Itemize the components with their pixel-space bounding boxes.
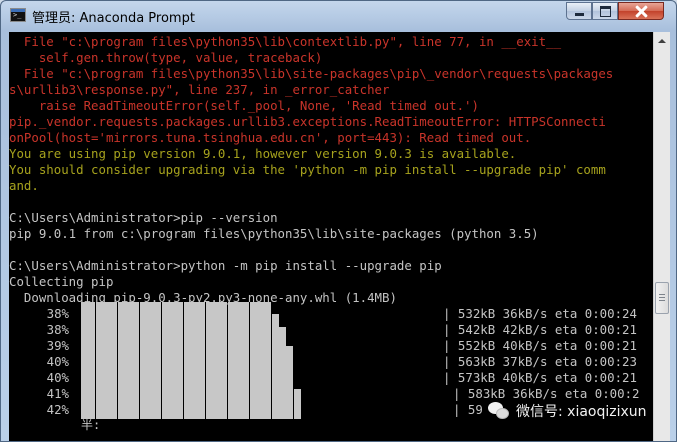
progress-bar-column — [264, 302, 272, 419]
console-line: self.gen.throw(type, value, traceback) — [9, 50, 323, 65]
progress-bar-column — [212, 302, 220, 419]
progress-bar-column — [88, 302, 96, 419]
progress-percent: 40% — [46, 370, 69, 385]
console-line: and. — [9, 178, 39, 193]
progress-stat: | 59 — [453, 402, 483, 417]
progress-bar-column — [242, 302, 250, 419]
progress-bar-column — [190, 302, 198, 419]
progress-bar-column — [293, 389, 301, 419]
maximize-icon — [599, 5, 611, 17]
progress-bar-column — [146, 302, 154, 419]
progress-bar-column — [168, 302, 176, 419]
console-line: C:\Users\Administrator>python -m pip ins… — [9, 258, 442, 273]
progress-bar-column — [271, 314, 279, 419]
progress-percent: 39% — [46, 338, 69, 353]
title-bar[interactable]: 管理员: Anaconda Prompt — [1, 1, 676, 31]
console-line: File "c:\program files\python35\lib\site… — [9, 66, 614, 81]
progress-percent: 40% — [46, 354, 69, 369]
progress-percent: 41% — [46, 386, 69, 401]
progress-bar-column — [102, 302, 110, 419]
console-line: raise ReadTimeoutError(self._pool, None,… — [9, 98, 479, 113]
scroll-up-arrow-icon[interactable] — [654, 32, 670, 49]
maximize-button[interactable] — [592, 2, 618, 20]
progress-bar-area — [81, 302, 301, 419]
close-icon — [635, 5, 648, 18]
progress-stat: | 552kB 40kB/s eta 0:00:21 — [443, 338, 637, 353]
progress-bar-column — [205, 302, 213, 419]
console-window: 管理员: Anaconda Prompt File "c:\program fi… — [0, 0, 677, 442]
progress-bar-column — [256, 302, 264, 419]
progress-bar-column — [154, 302, 162, 419]
console-line: You are using pip version 9.0.1, however… — [9, 146, 517, 161]
close-button[interactable] — [618, 2, 664, 20]
progress-bar-column — [227, 302, 235, 419]
console-line: pip 9.0.1 from c:\program files\python35… — [9, 226, 539, 241]
minimize-icon — [574, 12, 584, 16]
wechat-icon — [488, 402, 510, 420]
progress-stat: | 532kB 36kB/s eta 0:00:24 — [443, 306, 637, 321]
progress-bar-column — [139, 302, 147, 419]
progress-bar-column — [234, 302, 242, 419]
watermark-text: 微信号: xiaoqizixun — [516, 404, 647, 420]
vertical-scrollbar[interactable] — [653, 32, 670, 441]
terminal-icon[interactable] — [10, 8, 26, 22]
progress-percent: 42% — [46, 402, 69, 417]
progress-bar-column — [132, 302, 140, 419]
progress-bar-column — [110, 302, 118, 419]
console-line: C:\Users\Administrator>pip --version — [9, 210, 278, 225]
progress-bar-column — [198, 302, 206, 419]
console-line: pip._vendor.requests.packages.urllib3.ex… — [9, 114, 606, 129]
progress-stat: | 563kB 37kB/s eta 0:00:23 — [443, 354, 637, 369]
progress-bar-column — [286, 346, 294, 419]
console-line: Collecting pip — [9, 274, 114, 289]
progress-bar-column — [124, 302, 132, 419]
progress-bar-column — [249, 302, 257, 419]
console-line: s\urllib3\response.py", line 237, in _er… — [9, 82, 390, 97]
console-line: File "c:\program files\python35\lib\cont… — [9, 34, 562, 49]
progress-bar-column — [117, 302, 125, 419]
watermark: 微信号: xiaoqizixun — [488, 396, 647, 426]
progress-stat: | 573kB 40kB/s eta 0:00:21 — [443, 370, 637, 385]
console-line: You should consider upgrading via the 'p… — [9, 162, 606, 177]
progress-percent: 38% — [46, 306, 69, 321]
progress-bar-column — [176, 302, 184, 419]
ime-indicator: 半: — [81, 418, 101, 432]
progress-bar-column — [220, 302, 228, 419]
progress-percent: 38% — [46, 322, 69, 337]
progress-bar-column — [183, 302, 191, 419]
progress-bar-column — [95, 302, 103, 419]
scrollbar-thumb[interactable] — [655, 282, 669, 314]
progress-bar-column — [161, 302, 169, 419]
console-line: onPool(host='mirrors.tuna.tsinghua.edu.c… — [9, 130, 532, 145]
progress-bar-column — [81, 302, 88, 419]
window-title: 管理员: Anaconda Prompt — [32, 11, 195, 26]
console-output[interactable]: File "c:\program files\python35\lib\cont… — [9, 32, 653, 441]
progress-bar-column — [278, 327, 286, 419]
minimize-button[interactable] — [566, 2, 592, 20]
progress-stat: | 542kB 42kB/s eta 0:00:21 — [443, 322, 637, 337]
